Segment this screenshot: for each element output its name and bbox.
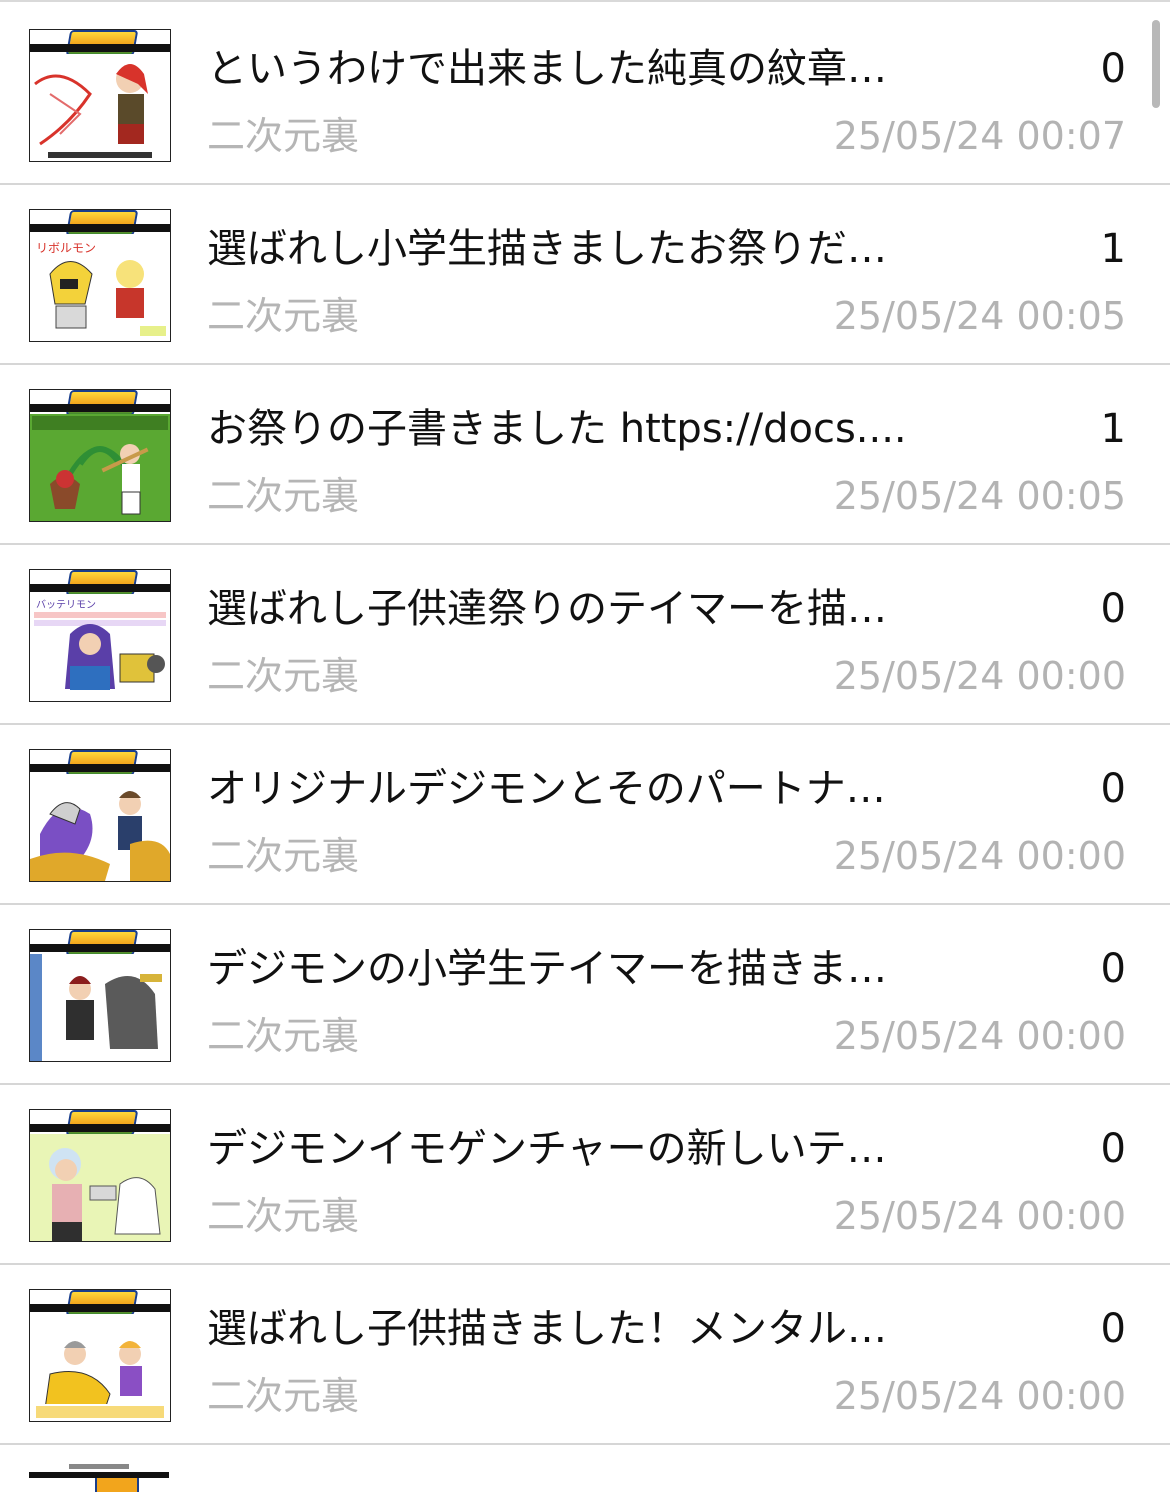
thread-title[interactable]: というわけで出来ました純真の紋章… xyxy=(207,45,927,93)
post-date: 25/05/24 00:00 xyxy=(833,1194,1126,1238)
thread-title[interactable]: デジモンイモゲンチャーの新しいテ… xyxy=(207,1125,927,1173)
thumbnail-art xyxy=(30,414,170,521)
reply-count: 1 xyxy=(1100,406,1126,452)
thumbnail-art xyxy=(30,1314,170,1421)
thread-title[interactable]: 選ばれし子供描きました！メンタル… xyxy=(207,1305,927,1353)
thread-row[interactable]: デジモンの小学生テイマーを描きま… 0 二次元裏 25/05/24 00:00 xyxy=(0,905,1170,1085)
thumbnail-art xyxy=(30,954,170,1061)
thread-title[interactable]: 選ばれし子供達祭りのテイマーを描… xyxy=(207,585,927,633)
thread-thumbnail xyxy=(29,929,171,1062)
board-name: 二次元裏 xyxy=(207,1374,360,1418)
logo-banner xyxy=(30,570,170,596)
reply-count: 0 xyxy=(1100,946,1126,992)
thread-row[interactable]: デジモンイモゲンチャーの新しいテ… 0 二次元裏 25/05/24 00:00 xyxy=(0,1085,1170,1265)
thread-row[interactable]: というわけで出来ました純真の紋章… 0 二次元裏 25/05/24 00:07 xyxy=(0,5,1170,185)
post-date: 25/05/24 00:00 xyxy=(833,1374,1126,1418)
thread-thumbnail xyxy=(29,1462,169,1492)
thread-row[interactable]: オリジナルデジモンとそのパートナ… 0 二次元裏 25/05/24 00:00 xyxy=(0,725,1170,905)
thread-thumbnail xyxy=(29,749,171,882)
reply-count: 0 xyxy=(1100,1306,1126,1352)
thumbnail-art: リボルモン xyxy=(30,234,170,341)
svg-text:リボルモン: リボルモン xyxy=(36,241,96,255)
logo-banner xyxy=(30,930,170,956)
thread-row[interactable]: バッテリモン 選ばれし子供達祭りのテイマーを描… 0 二次元裏 25/05/24… xyxy=(0,545,1170,725)
board-name: 二次元裏 xyxy=(207,114,360,158)
thumbnail-art: バッテリモン xyxy=(30,594,170,701)
thread-row[interactable]: リボルモン 選ばれし小学生描きましたお祭りだ… 1 二次元裏 25/05/24 … xyxy=(0,185,1170,365)
thread-thumbnail: バッテリモン xyxy=(29,569,171,702)
logo-banner xyxy=(30,750,170,776)
board-name: 二次元裏 xyxy=(207,834,360,878)
reply-count: 0 xyxy=(1100,586,1126,632)
thread-row[interactable]: お祭りの子書きました https://docs.... 1 二次元裏 25/05… xyxy=(0,365,1170,545)
post-date: 25/05/24 00:00 xyxy=(833,834,1126,878)
top-divider xyxy=(0,0,1170,2)
reply-count: 0 xyxy=(1100,1126,1126,1172)
thumbnail-art xyxy=(30,1134,170,1241)
thread-title[interactable]: お祭りの子書きました https://docs.... xyxy=(207,405,927,453)
thread-thumbnail xyxy=(29,389,171,522)
post-date: 25/05/24 00:00 xyxy=(833,1014,1126,1058)
thread-row-partial[interactable] xyxy=(0,1446,1170,1492)
thread-title[interactable]: 選ばれし小学生描きましたお祭りだ… xyxy=(207,225,927,273)
reply-count: 1 xyxy=(1100,226,1126,272)
post-date: 25/05/24 00:05 xyxy=(833,474,1126,518)
post-date: 25/05/24 00:07 xyxy=(833,114,1126,158)
board-name: 二次元裏 xyxy=(207,1194,360,1238)
thread-title[interactable]: デジモンの小学生テイマーを描きま… xyxy=(207,945,927,993)
logo-banner xyxy=(30,1290,170,1316)
logo-banner xyxy=(30,1110,170,1136)
thread-thumbnail xyxy=(29,29,171,162)
logo-banner xyxy=(30,210,170,236)
thread-thumbnail: リボルモン xyxy=(29,209,171,342)
post-date: 25/05/24 00:00 xyxy=(833,654,1126,698)
thumbnail-art xyxy=(30,774,170,881)
thread-thumbnail xyxy=(29,1109,171,1242)
logo-banner xyxy=(30,390,170,416)
board-name: 二次元裏 xyxy=(207,654,360,698)
thread-title[interactable]: オリジナルデジモンとそのパートナ… xyxy=(207,765,927,813)
svg-text:バッテリモン: バッテリモン xyxy=(36,599,96,611)
logo-banner xyxy=(30,30,170,56)
reply-count: 0 xyxy=(1100,46,1126,92)
thread-thumbnail xyxy=(29,1289,171,1422)
scrollbar[interactable] xyxy=(1152,20,1160,108)
thumbnail-art xyxy=(30,54,170,161)
board-name: 二次元裏 xyxy=(207,474,360,518)
board-name: 二次元裏 xyxy=(207,294,360,338)
board-name: 二次元裏 xyxy=(207,1014,360,1058)
post-date: 25/05/24 00:05 xyxy=(833,294,1126,338)
thread-row[interactable]: 選ばれし子供描きました！メンタル… 0 二次元裏 25/05/24 00:00 xyxy=(0,1265,1170,1445)
reply-count: 0 xyxy=(1100,766,1126,812)
